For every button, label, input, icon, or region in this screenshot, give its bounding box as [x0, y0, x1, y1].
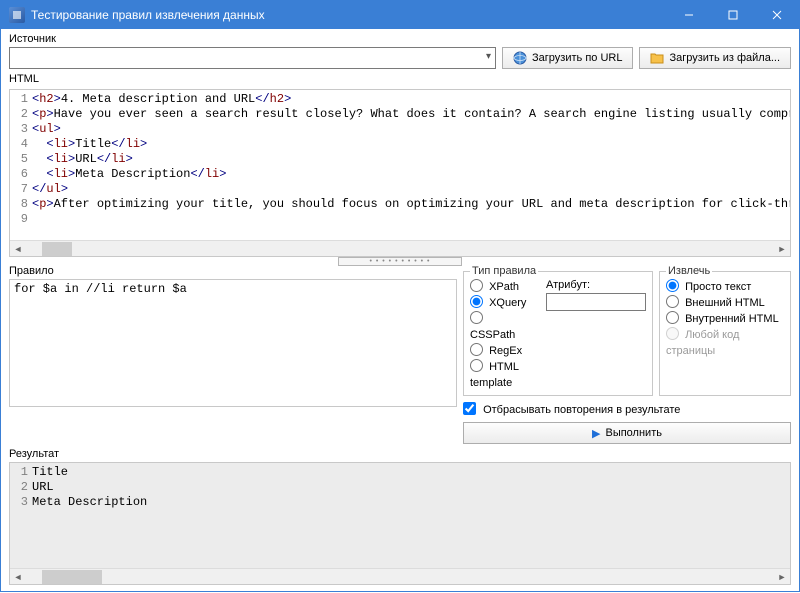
rule-label: Правило [9, 265, 457, 277]
discard-repeats-checkbox[interactable]: Отбрасывать повторения в результате [463, 404, 680, 416]
folder-icon [650, 51, 664, 65]
load-file-label: Загрузить из файла... [669, 52, 780, 64]
radio-any-code: Любой код страницы [666, 327, 784, 359]
load-url-button[interactable]: Загрузить по URL [502, 47, 633, 69]
radio-xquery[interactable]: XQuery [470, 295, 534, 311]
radio-outer-html[interactable]: Внешний HTML [666, 295, 784, 311]
result-area[interactable]: 1Title2URL3Meta Description ◄ ► [9, 462, 791, 585]
splitter-handle[interactable]: • • • • • • • • • • [9, 257, 791, 265]
close-button[interactable] [755, 1, 799, 29]
titlebar: Тестирование правил извлечения данных [1, 1, 799, 29]
rule-textarea[interactable] [9, 279, 457, 407]
minimize-button[interactable] [667, 1, 711, 29]
scroll-right-icon[interactable]: ► [774, 244, 790, 254]
play-icon: ▶ [592, 427, 600, 440]
rule-type-fieldset: Тип правила XPath XQuery CSSPath RegEx H… [463, 265, 653, 396]
execute-label: Выполнить [605, 427, 661, 439]
source-combo[interactable] [9, 47, 496, 69]
load-file-button[interactable]: Загрузить из файла... [639, 47, 791, 69]
extract-fieldset: Извлечь Просто текст Внешний HTML Внутре… [659, 265, 791, 396]
scroll-left-icon[interactable]: ◄ [10, 244, 26, 254]
extract-legend: Извлечь [666, 265, 712, 277]
result-label: Результат [9, 448, 791, 460]
scroll-right-icon[interactable]: ► [774, 572, 790, 582]
rule-type-legend: Тип правила [470, 265, 538, 277]
radio-htmltpl[interactable]: HTML template [470, 359, 534, 391]
radio-inner-html[interactable]: Внутренний HTML [666, 311, 784, 327]
radio-csspath[interactable]: CSSPath [470, 311, 534, 343]
result-scrollbar[interactable]: ◄ ► [10, 568, 790, 584]
attribute-label: Атрибут: [546, 279, 646, 291]
execute-button[interactable]: ▶ Выполнить [463, 422, 791, 444]
source-label: Источник [9, 33, 496, 45]
scroll-left-icon[interactable]: ◄ [10, 572, 26, 582]
app-icon [9, 7, 25, 23]
load-url-label: Загрузить по URL [532, 52, 622, 64]
scroll-thumb[interactable] [42, 242, 72, 256]
radio-plain-text[interactable]: Просто текст [666, 279, 784, 295]
radio-xpath[interactable]: XPath [470, 279, 534, 295]
radio-regex[interactable]: RegEx [470, 343, 534, 359]
attribute-input[interactable] [546, 293, 646, 311]
maximize-button[interactable] [711, 1, 755, 29]
html-scrollbar[interactable]: ◄ ► [10, 240, 790, 256]
scroll-thumb[interactable] [42, 570, 102, 584]
window-title: Тестирование правил извлечения данных [31, 8, 667, 22]
globe-icon [513, 51, 527, 65]
html-code-area[interactable]: 1<h2>4. Meta description and URL</h2>2<p… [9, 89, 791, 257]
html-label: HTML [9, 73, 791, 85]
